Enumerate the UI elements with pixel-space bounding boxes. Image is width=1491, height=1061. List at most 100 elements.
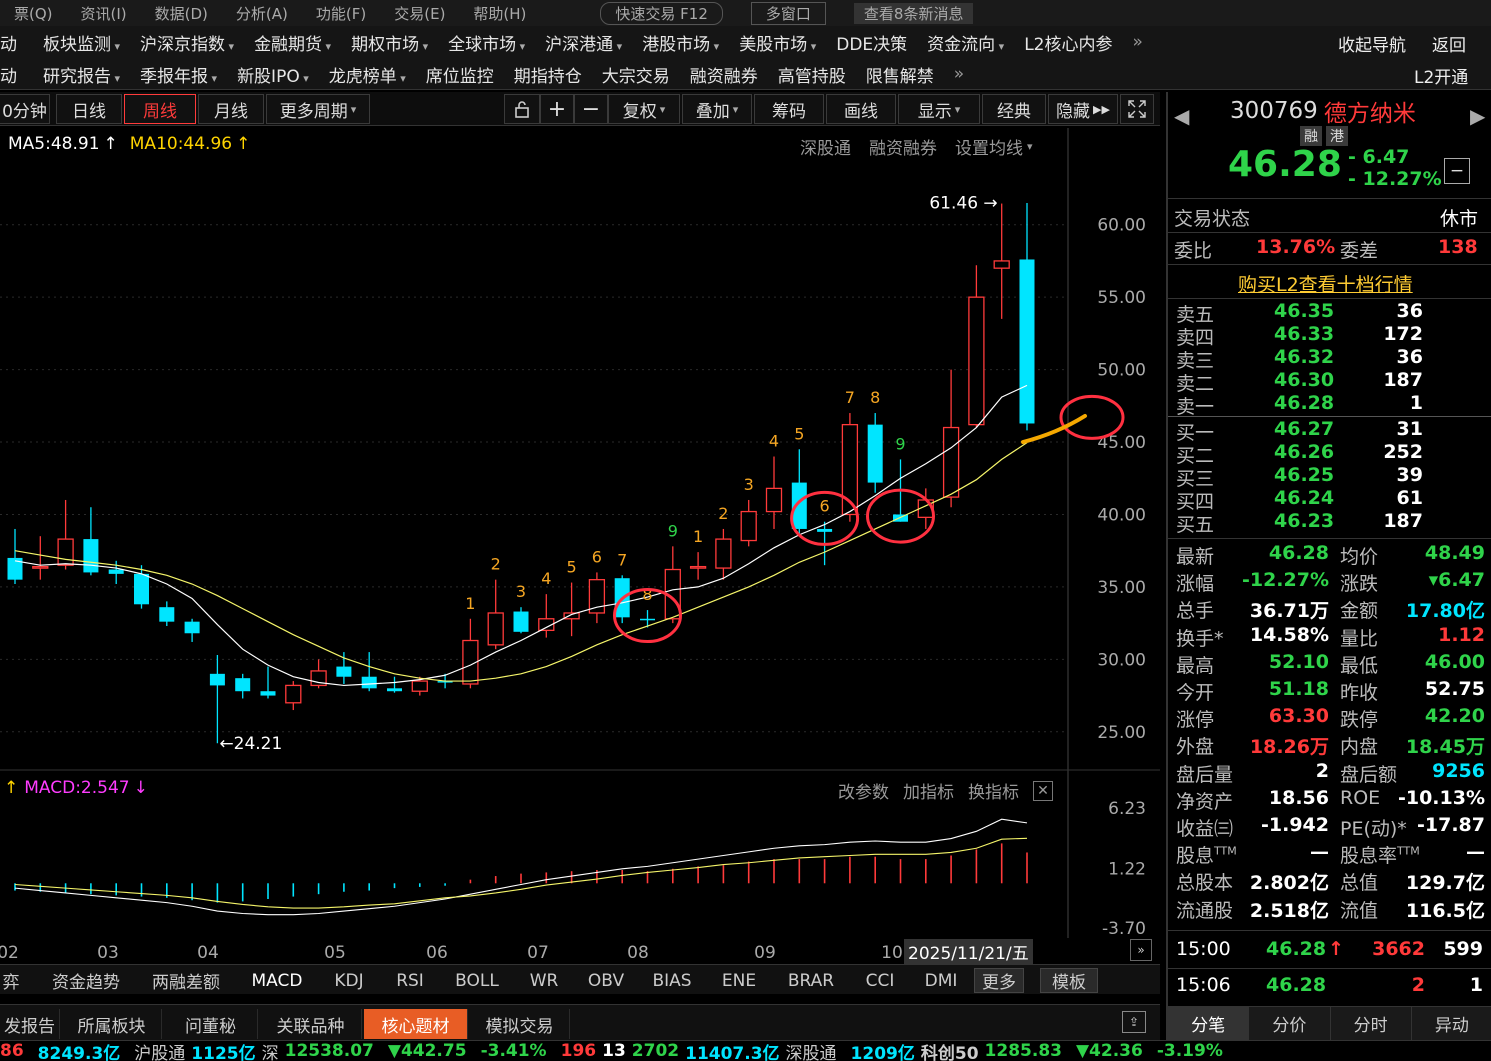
nav-item[interactable]: L2核心内参: [1024, 30, 1112, 55]
indicator-tab[interactable]: BIAS: [648, 968, 696, 993]
set-ma-link[interactable]: 设置均线: [955, 134, 1023, 159]
tick-time: 15:06: [1176, 974, 1231, 996]
draw-line-button[interactable]: 画线: [826, 94, 896, 124]
hide-button[interactable]: 隐藏 ▶▶: [1048, 94, 1118, 124]
next-stock-icon[interactable]: ▶: [1470, 104, 1485, 128]
bottom-tab[interactable]: 关联品种: [260, 1009, 362, 1039]
sgt-link[interactable]: 深股通: [800, 134, 851, 159]
monthly-button[interactable]: 月线: [198, 94, 264, 124]
zoom-in-icon[interactable]: +: [540, 94, 574, 124]
nav-item[interactable]: 沪深京指数: [140, 30, 234, 55]
expand-panel-icon[interactable]: ⇪: [1122, 1011, 1146, 1033]
quick-trade-button[interactable]: 快速交易 F12: [600, 1, 723, 25]
edit-params-link[interactable]: 改参数: [838, 778, 889, 803]
period-minute-button[interactable]: 0分钟: [0, 94, 50, 124]
indicator-tab[interactable]: OBV: [584, 968, 628, 993]
nav-item[interactable]: 大宗交易: [602, 62, 670, 87]
classic-button[interactable]: 经典: [982, 94, 1046, 124]
indicator-tab[interactable]: 资金趋势: [46, 968, 126, 993]
nav-item[interactable]: 新股IPO: [237, 62, 309, 87]
indicator-tab[interactable]: WR: [524, 968, 564, 993]
nav-item[interactable]: DDE决策: [836, 30, 907, 55]
prev-stock-icon[interactable]: ◀: [1174, 104, 1189, 128]
quote-label: 金额金额: [1340, 600, 1379, 623]
right-tab[interactable]: 分笔: [1168, 1007, 1250, 1040]
l2-open-button[interactable]: L2开通: [1414, 63, 1468, 88]
bottom-tab[interactable]: 发报告: [0, 1009, 60, 1039]
bottom-tab[interactable]: 所属板块: [62, 1009, 162, 1039]
nav-item[interactable]: 融资融券: [690, 62, 758, 87]
indicator-tab[interactable]: CCI: [858, 968, 902, 993]
nav-item[interactable]: 资金流向: [927, 30, 1004, 55]
display-dropdown[interactable]: 显示: [898, 94, 980, 124]
right-tab[interactable]: 分价: [1249, 1007, 1331, 1040]
indicator-tab[interactable]: BRAR: [782, 968, 840, 993]
indicator-tab[interactable]: BOLL: [448, 968, 506, 993]
more-periods-dropdown[interactable]: 更多周期: [266, 94, 370, 124]
indicator-tab[interactable]: RSI: [390, 968, 430, 993]
bottom-tab[interactable]: 核心题材: [364, 1009, 468, 1039]
nav-item[interactable]: 限售解禁: [866, 62, 934, 87]
chevron-right-icon[interactable]: »: [1133, 32, 1143, 52]
indicator-tab[interactable]: DMI: [920, 968, 962, 993]
indicator-tab[interactable]: 更多: [974, 968, 1024, 993]
chevron-right-icon[interactable]: »: [954, 64, 964, 84]
candle: [588, 572, 606, 624]
nav-item[interactable]: 港股市场: [642, 30, 719, 55]
switch-indicator-link[interactable]: 换指标: [968, 778, 1019, 803]
fullscreen-icon[interactable]: [1120, 94, 1154, 124]
daily-button[interactable]: 日线: [56, 94, 122, 124]
menu-item[interactable]: 交易(E): [394, 3, 445, 24]
collapse-nav-button[interactable]: 收起导航: [1338, 31, 1406, 56]
menu-item[interactable]: 分析(A): [236, 3, 288, 24]
bottom-tab[interactable]: 模拟交易: [470, 1009, 570, 1039]
indicator-tab[interactable]: MACD: [246, 968, 308, 993]
right-tab[interactable]: 分时: [1331, 1007, 1412, 1040]
multi-window-button[interactable]: 多窗口: [750, 1, 826, 25]
nav-item[interactable]: 金融期货: [254, 30, 331, 55]
menu-item[interactable]: 资讯(I): [81, 3, 127, 24]
add-indicator-link[interactable]: 加指标: [903, 778, 954, 803]
nav-item[interactable]: 龙虎榜单: [329, 62, 406, 87]
nav-item[interactable]: 全球市场: [448, 30, 525, 55]
messages-button[interactable]: 查看8条新消息: [853, 2, 974, 24]
lock-icon[interactable]: [504, 94, 540, 124]
indicator-tab[interactable]: KDJ: [328, 968, 370, 993]
indicator-tab[interactable]: 模板: [1040, 968, 1098, 993]
nav-item[interactable]: 研究报告: [43, 62, 120, 87]
nav-item[interactable]: 季报年报: [140, 62, 217, 87]
nav-item[interactable]: 期权市场: [351, 30, 428, 55]
remove-watchlist-icon[interactable]: −: [1444, 158, 1470, 184]
nav-item[interactable]: 美股市场: [739, 30, 816, 55]
back-button[interactable]: 返回: [1432, 31, 1466, 56]
indicator-tab[interactable]: 弈: [0, 968, 22, 993]
close-icon[interactable]: ✕: [1033, 780, 1053, 801]
fuquan-dropdown[interactable]: 复权: [608, 94, 680, 124]
nav-item[interactable]: 席位监控: [426, 62, 494, 87]
menu-item[interactable]: 帮助(H): [473, 3, 526, 24]
chart-canvas[interactable]: 60.0055.0050.0045.0040.0035.0030.0025.00…: [0, 128, 1160, 940]
menu-item[interactable]: 功能(F): [316, 3, 366, 24]
order-volume: 61: [1396, 487, 1423, 509]
nav-item[interactable]: 高管持股: [778, 62, 846, 87]
menu-item[interactable]: 票(Q): [14, 3, 53, 24]
menu-item[interactable]: 数据(D): [155, 3, 208, 24]
right-tabs: 分笔 分价 分时 异动: [1168, 1006, 1491, 1040]
chips-button[interactable]: 筹码: [754, 94, 824, 124]
kline-chart[interactable]: 60.00 55.00 50.00 45.00 40.00 35.00 30.00 25.00…: [0, 128, 1160, 940]
nav-item[interactable]: 沪深港通: [545, 30, 622, 55]
margin-link[interactable]: 融资融券: [869, 134, 937, 159]
nav-item[interactable]: 动: [0, 30, 17, 55]
right-tab[interactable]: 异动: [1412, 1007, 1491, 1040]
scroll-right-icon[interactable]: »: [1130, 939, 1152, 961]
indicator-tab[interactable]: ENE: [716, 968, 762, 993]
nav-item[interactable]: 动: [0, 62, 17, 87]
overlay-dropdown[interactable]: 叠加: [682, 94, 752, 124]
nav-item[interactable]: 板块监测: [43, 30, 120, 55]
nav-item[interactable]: 期指持仓: [514, 62, 582, 87]
bottom-tab[interactable]: 问董秘: [164, 1009, 258, 1039]
zoom-out-icon[interactable]: −: [574, 94, 608, 124]
indicator-tab[interactable]: 两融差额: [148, 968, 224, 993]
weekly-button[interactable]: 周线: [124, 94, 196, 124]
buy-l2-link[interactable]: 购买L2查看十档行情: [1238, 270, 1413, 297]
